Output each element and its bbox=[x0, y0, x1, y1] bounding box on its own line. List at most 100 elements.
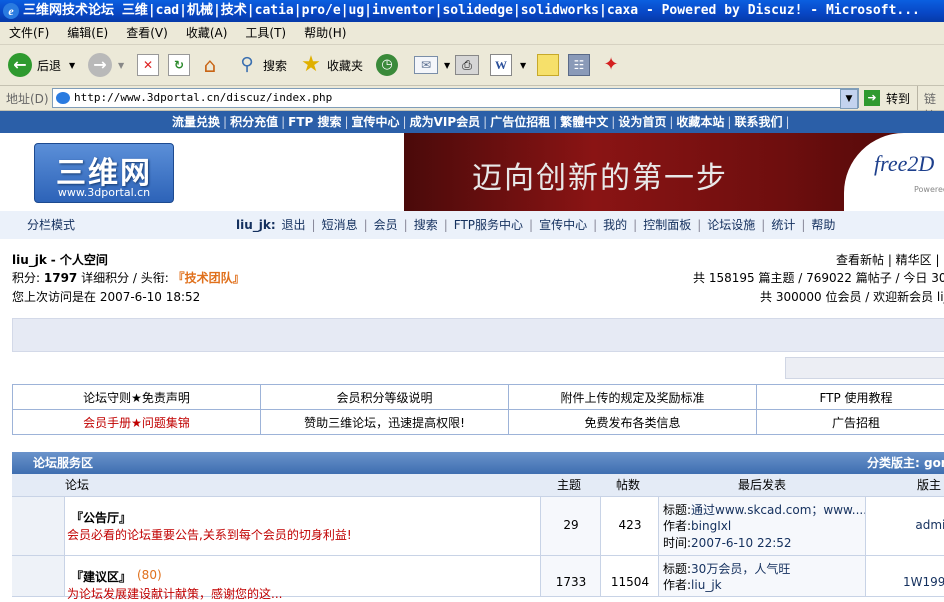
nav-separator: | bbox=[553, 115, 557, 129]
current-user[interactable]: liu_jk: bbox=[236, 218, 276, 232]
home-button[interactable]: ⌂ bbox=[199, 50, 221, 80]
user-nav-link[interactable]: FTP服务中心 bbox=[454, 218, 523, 232]
guide-link[interactable]: 会员手册★问题集锦 bbox=[13, 410, 261, 435]
top-nav-link[interactable]: 联系我们 bbox=[734, 115, 782, 129]
menu-edit[interactable]: 编辑(E) bbox=[58, 22, 117, 44]
guide-link[interactable]: 会员积分等级说明 bbox=[261, 385, 509, 410]
forum-section-title[interactable]: 论坛服务区 bbox=[33, 452, 93, 474]
refresh-button[interactable]: ↻ bbox=[168, 50, 190, 80]
research-button[interactable]: ☷ bbox=[568, 50, 590, 80]
last-post-author[interactable]: liu_jk bbox=[691, 578, 722, 592]
forum-last-post: 标题:通过www.skcad.com；www.... 作者:bingIxl 时间… bbox=[658, 497, 866, 555]
top-nav-link[interactable]: 积分充值 bbox=[230, 115, 278, 129]
user-nav-link[interactable]: 搜索 bbox=[414, 218, 438, 232]
user-nav-link[interactable]: 我的 bbox=[603, 218, 627, 232]
mail-dropdown-icon[interactable]: ▼ bbox=[444, 61, 450, 70]
points-line: 积分: 1797 详细积分 / 头衔: 『技术团队』 bbox=[12, 269, 245, 286]
guide-link[interactable]: 广告招租 bbox=[757, 410, 944, 435]
col-posts: 帖数 bbox=[616, 474, 640, 496]
ad-banner[interactable]: 迈向创新的第一步 free2D Powered bbox=[404, 133, 944, 211]
forum-moderator[interactable]: admin bbox=[865, 497, 944, 555]
last-post-title[interactable]: 通过www.skcad.com；www.... bbox=[691, 503, 867, 517]
forum-name[interactable]: 『建议区』 bbox=[71, 568, 131, 585]
new-posts-links[interactable]: 查看新帖 | 精华区 | bbox=[836, 251, 940, 268]
window-title: 三维网技术论坛 三维|cad|机械|技术|catia|pro/e|ug|inve… bbox=[23, 3, 920, 18]
top-nav-link[interactable]: 宣传中心 bbox=[352, 115, 400, 129]
search-button[interactable]: ⚲ 搜索 bbox=[236, 50, 287, 80]
member-stats: 共 300000 位会员 / 欢迎新会员 lij bbox=[760, 288, 944, 305]
print-button[interactable]: ⎙ bbox=[455, 50, 479, 80]
word-icon: W bbox=[490, 54, 512, 76]
top-nav-link[interactable]: 广告位招租 bbox=[490, 115, 550, 129]
user-nav-link[interactable]: 控制面板 bbox=[643, 218, 691, 232]
favorites-label: 收藏夹 bbox=[327, 57, 363, 74]
home-icon: ⌂ bbox=[199, 54, 221, 76]
announcement-band bbox=[12, 318, 944, 352]
guide-link[interactable]: FTP 使用教程 bbox=[757, 385, 944, 410]
menu-help[interactable]: 帮助(H) bbox=[295, 22, 355, 44]
user-nav-link[interactable]: 论坛设施 bbox=[707, 218, 755, 232]
space-link[interactable]: - 个人空间 bbox=[51, 253, 108, 267]
favorites-button[interactable]: ★ 收藏夹 bbox=[300, 50, 363, 80]
guide-link[interactable]: 论坛守则★免责声明 bbox=[13, 385, 261, 410]
back-dropdown-icon[interactable]: ▼ bbox=[69, 61, 75, 70]
nav-separator: | bbox=[404, 218, 408, 232]
edit-dropdown-icon[interactable]: ▼ bbox=[520, 61, 526, 70]
column-mode-link[interactable]: 分栏模式 bbox=[27, 211, 75, 239]
top-nav-link[interactable]: 成为VIP会员 bbox=[410, 115, 481, 129]
guide-link[interactable]: 免费发布各类信息 bbox=[509, 410, 757, 435]
username-link[interactable]: liu_jk bbox=[12, 253, 47, 267]
guide-link[interactable]: 附件上传的规定及奖励标准 bbox=[509, 385, 757, 410]
go-button[interactable]: ➜ 转到 bbox=[864, 89, 910, 107]
top-nav-list: 流量兑换|积分充值|FTP 搜索|宣传中心|成为VIP会员|广告位招租|繁體中文… bbox=[172, 111, 793, 133]
history-button[interactable]: ◷ bbox=[376, 50, 398, 80]
back-button[interactable]: ← 后退 ▼ bbox=[8, 50, 75, 80]
top-nav-link[interactable]: 流量兑换 bbox=[172, 115, 220, 129]
logo-url: www.3dportal.cn bbox=[35, 186, 173, 199]
top-nav-link[interactable]: FTP 搜索 bbox=[288, 115, 341, 129]
nav-separator: | bbox=[223, 115, 227, 129]
forum-posts: 11504 bbox=[600, 556, 659, 596]
menu-tools[interactable]: 工具(T) bbox=[236, 22, 295, 44]
mail-button[interactable]: ✉ ▼ bbox=[414, 50, 450, 80]
top-nav-link[interactable]: 收藏本站 bbox=[676, 115, 724, 129]
menu-favorites[interactable]: 收藏(A) bbox=[177, 22, 237, 44]
discuss-button[interactable] bbox=[537, 50, 559, 80]
menu-view[interactable]: 查看(V) bbox=[117, 22, 177, 44]
forum-today-count: (80) bbox=[137, 568, 162, 582]
guide-link[interactable]: 赞助三维论坛，迅速提高权限! bbox=[261, 410, 509, 435]
edit-button[interactable]: W ▼ bbox=[490, 50, 526, 80]
last-post-title[interactable]: 30万会员，人气旺 bbox=[691, 562, 790, 576]
user-title: 『技术团队』 bbox=[173, 271, 245, 285]
section-moderators: 分类版主: gor bbox=[867, 452, 944, 474]
forum-moderator[interactable]: 1W1995 bbox=[865, 556, 944, 596]
nav-separator: | bbox=[633, 218, 637, 232]
user-nav-link[interactable]: 会员 bbox=[374, 218, 398, 232]
top-nav-link[interactable]: 设为首页 bbox=[618, 115, 666, 129]
user-nav-link[interactable]: 帮助 bbox=[811, 218, 835, 232]
back-label: 后退 bbox=[37, 57, 61, 74]
menu-file[interactable]: 文件(F) bbox=[0, 22, 58, 44]
forward-dropdown-icon[interactable]: ▼ bbox=[118, 61, 124, 70]
menu-bar: 文件(F)编辑(E)查看(V)收藏(A)工具(T)帮助(H) bbox=[0, 22, 944, 45]
messenger-button[interactable]: ✦ bbox=[600, 50, 622, 80]
top-nav-link[interactable]: 繁體中文 bbox=[560, 115, 608, 129]
stop-button[interactable]: ✕ bbox=[137, 50, 159, 80]
forum-stats: 共 158195 篇主题 / 769022 篇帖子 / 今日 308 bbox=[693, 269, 944, 286]
points-value: 1797 bbox=[44, 271, 77, 285]
last-post-author[interactable]: bingIxl bbox=[691, 519, 731, 533]
user-nav-link[interactable]: 短消息 bbox=[322, 218, 358, 232]
site-logo[interactable]: 三维网 www.3dportal.cn bbox=[34, 143, 174, 203]
user-nav-link[interactable]: 统计 bbox=[771, 218, 795, 232]
forum-name[interactable]: 『公告厅』 bbox=[71, 509, 131, 526]
address-input[interactable]: http://www.3dportal.cn/discuz/index.php bbox=[52, 88, 859, 108]
quick-jump-box[interactable] bbox=[785, 357, 944, 379]
user-nav-link[interactable]: 宣传中心 bbox=[539, 218, 587, 232]
address-label: 地址(D) bbox=[6, 90, 49, 107]
forward-button[interactable]: → ▼ bbox=[88, 50, 124, 80]
points-detail-link[interactable]: 详细积分 / 头衔: bbox=[81, 271, 169, 285]
last-post-time[interactable]: 2007-6-10 22:52 bbox=[691, 536, 792, 550]
user-nav-link[interactable]: 退出 bbox=[282, 218, 306, 232]
address-dropdown-icon[interactable]: ▼ bbox=[840, 89, 858, 109]
user-links: liu_jk: 退出|短消息|会员|搜索|FTP服务中心|宣传中心|我的|控制面… bbox=[236, 211, 837, 239]
